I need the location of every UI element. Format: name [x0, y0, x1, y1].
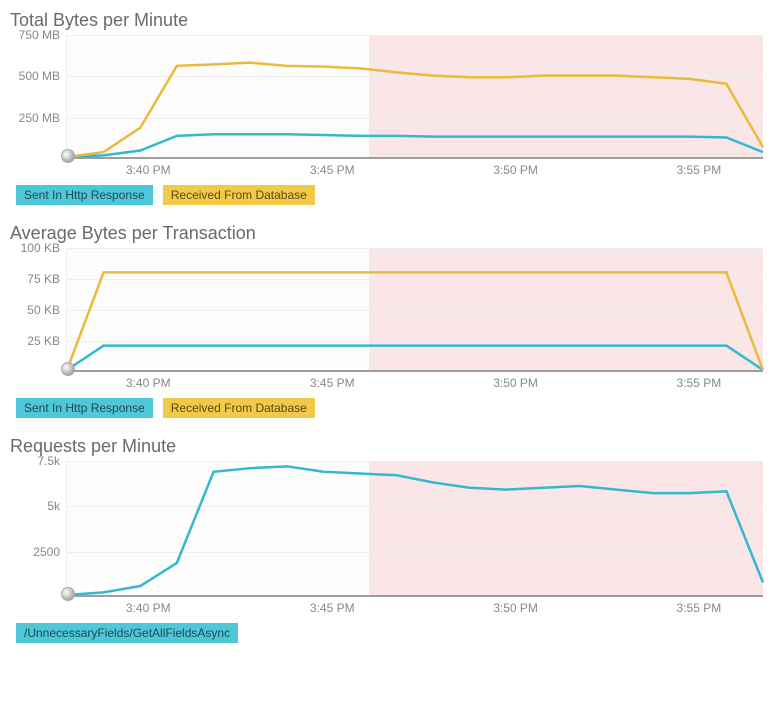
x-tick: 3:40 PM	[126, 376, 171, 390]
legend-item[interactable]: Received From Database	[163, 185, 315, 205]
chart-block-chart3: Requests per Minute7.5k 5k 2500 3:40 PM 3:45…	[10, 436, 763, 643]
series-line	[67, 134, 763, 157]
series-line	[67, 63, 763, 157]
x-tick: 3:45 PM	[310, 376, 355, 390]
legend-item[interactable]: Received From Database	[163, 398, 315, 418]
chart-block-chart2: Average Bytes per Transaction100 KB 75 KB…	[10, 223, 763, 418]
x-tick: 3:45 PM	[310, 163, 355, 177]
x-tick: 3:45 PM	[310, 601, 355, 615]
x-tick: 3:55 PM	[677, 376, 722, 390]
legend-item[interactable]: /UnnecessaryFields/GetAllFieldsAsync	[16, 623, 238, 643]
y-tick: 2500	[33, 545, 60, 559]
x-tick: 3:40 PM	[126, 601, 171, 615]
series-line	[67, 346, 763, 370]
plot-area[interactable]	[66, 461, 763, 597]
y-tick: 500 MB	[19, 69, 60, 83]
chart-title: Requests per Minute	[10, 436, 763, 457]
chart-title: Average Bytes per Transaction	[10, 223, 763, 244]
y-tick: 50 KB	[27, 303, 60, 317]
y-tick: 750 MB	[19, 28, 60, 42]
x-axis: 3:40 PM 3:45 PM 3:50 PM 3:55 PM	[66, 372, 763, 392]
x-tick: 3:50 PM	[493, 163, 538, 177]
y-tick: 75 KB	[27, 272, 60, 286]
plot-area[interactable]	[66, 35, 763, 159]
legend: Sent In Http Response Received From Datab…	[16, 398, 763, 418]
legend-item[interactable]: Sent In Http Response	[16, 398, 153, 418]
x-tick: 3:40 PM	[126, 163, 171, 177]
x-tick: 3:55 PM	[677, 163, 722, 177]
x-axis: 3:40 PM 3:45 PM 3:50 PM 3:55 PM	[66, 597, 763, 617]
y-tick: 250 MB	[19, 111, 60, 125]
chart-lines	[67, 248, 763, 370]
chart-lines	[67, 35, 763, 157]
y-axis: 100 KB75 KB50 KB25 KB	[10, 248, 66, 372]
legend-item[interactable]: Sent In Http Response	[16, 185, 153, 205]
y-tick: 7.5k	[37, 454, 60, 468]
chart-block-chart1: Total Bytes per Minute750 MB 500 MB 250 MB…	[10, 10, 763, 205]
series-line	[67, 272, 763, 370]
plot-wrap: 750 MB500 MB250 MB	[10, 35, 763, 159]
y-axis: 7.5k5k2500	[10, 461, 66, 597]
chart-title: Total Bytes per Minute	[10, 10, 763, 31]
chart-lines	[67, 461, 763, 595]
y-axis: 750 MB500 MB250 MB	[10, 35, 66, 159]
x-axis: 3:40 PM 3:45 PM 3:50 PM 3:55 PM	[66, 159, 763, 179]
y-tick: 100 KB	[21, 241, 60, 255]
x-tick: 3:55 PM	[677, 601, 722, 615]
legend: Sent In Http Response Received From Datab…	[16, 185, 763, 205]
x-tick: 3:50 PM	[493, 601, 538, 615]
plot-wrap: 7.5k5k2500	[10, 461, 763, 597]
y-tick: 5k	[47, 499, 60, 513]
series-line	[67, 466, 763, 595]
legend: /UnnecessaryFields/GetAllFieldsAsync	[16, 623, 763, 643]
plot-area[interactable]	[66, 248, 763, 372]
x-tick: 3:50 PM	[493, 376, 538, 390]
plot-wrap: 100 KB75 KB50 KB25 KB	[10, 248, 763, 372]
y-tick: 25 KB	[27, 334, 60, 348]
